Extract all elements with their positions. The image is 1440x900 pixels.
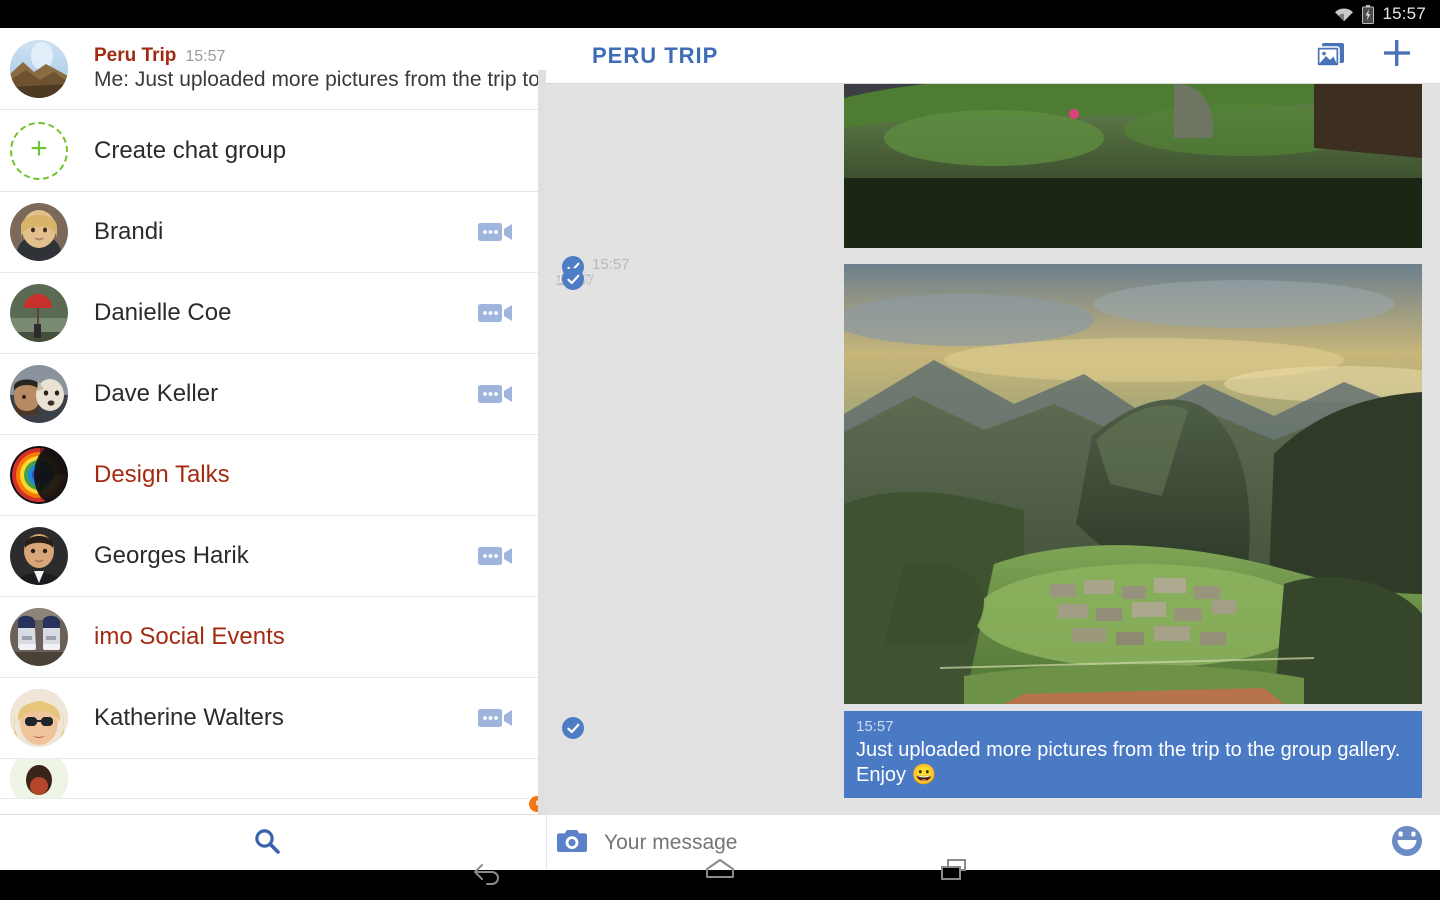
contact-row-partial[interactable] [0, 759, 546, 799]
avatar [10, 203, 68, 261]
contact-name: Design Talks [94, 461, 230, 488]
contact-name: Dave Keller [94, 380, 219, 407]
avatar [10, 608, 68, 666]
contact-name: imo Social Events [94, 623, 285, 650]
message-bubble[interactable]: 15:57 Just uploaded more pictures from t… [844, 711, 1422, 798]
conversation-item-peru-trip[interactable]: Peru Trip 15:57 Me: Just uploaded more p… [0, 28, 546, 110]
gallery-icon[interactable] [1316, 39, 1346, 72]
conversation-title-line: Peru Trip 15:57 [94, 45, 546, 67]
conversations-sidebar: Peru Trip 15:57 Me: Just uploaded more p… [0, 28, 546, 814]
chat-header-actions [1316, 38, 1440, 73]
contact-row[interactable]: Brandi [0, 192, 546, 814]
avatar [10, 284, 68, 342]
video-call-icon[interactable] [478, 221, 512, 243]
chat-message-list[interactable]: 15:57 15:57 Just uploaded more pictures … [546, 84, 1440, 814]
message-image-2[interactable]: 15:57 [546, 264, 1440, 709]
battery-charging-icon [1362, 4, 1375, 24]
avatar-wrap [10, 203, 546, 814]
contact-row[interactable]: Dave Keller [0, 354, 546, 814]
image-content [844, 84, 1422, 248]
video-call-icon[interactable] [478, 383, 512, 405]
chat-header: PERU TRIP [546, 28, 1440, 84]
app-root: 15:57 Peru Trip 15:57 Me: Just uploaded … [0, 0, 1440, 900]
contact-name: Danielle Coe [94, 299, 232, 326]
create-chat-group-button[interactable]: + Create chat group [0, 110, 546, 192]
message-image-thumb[interactable] [834, 264, 1440, 709]
contact-name: Katherine Walters [94, 704, 284, 731]
conversation-time: 15:57 [185, 48, 226, 65]
video-call-icon[interactable] [478, 545, 512, 567]
avatar [10, 365, 68, 423]
avatar-wrap [10, 284, 546, 814]
android-nav-bar [0, 858, 1440, 900]
contact-list: Brandi Danielle Coe Dave Keller Design Talk… [0, 192, 546, 814]
avatar-wrap [10, 446, 68, 504]
avatar-wrap [10, 608, 68, 666]
conversation-text: Peru Trip 15:57 Me: Just uploaded more p… [94, 45, 546, 92]
recents-icon[interactable] [937, 855, 971, 890]
chat-title: PERU TRIP [592, 42, 719, 68]
avatar [10, 446, 68, 504]
avatar-wrap [10, 759, 68, 798]
plus-icon[interactable] [1382, 38, 1412, 73]
wifi-icon [1334, 7, 1354, 22]
message-image-1[interactable]: 15:57 [546, 84, 1440, 278]
create-chat-group-label: Create chat group [94, 136, 287, 164]
android-status-bar: 15:57 [0, 0, 1440, 28]
avatar [10, 759, 68, 798]
avatar-wrap [10, 39, 68, 98]
message-time: 15:57 [856, 718, 894, 735]
avatar-wrap [10, 689, 546, 814]
avatar-wrap [10, 527, 546, 814]
video-call-icon[interactable] [478, 707, 512, 729]
content-area: Peru Trip 15:57 Me: Just uploaded more p… [0, 28, 1440, 814]
plus-icon: + [10, 121, 68, 180]
contact-row[interactable]: Georges Harik [0, 516, 546, 814]
chat-pane: PERU TRIP 15:57 15:57 Just uploaded more… [546, 28, 1440, 814]
avatar [10, 39, 68, 98]
status-clock: 15:57 [1382, 4, 1426, 23]
contact-name: Brandi [94, 218, 164, 245]
contact-name: Georges Harik [94, 542, 249, 569]
delivered-check-icon [562, 268, 584, 290]
contact-row[interactable]: Katherine Walters [0, 678, 546, 814]
image-content [834, 264, 1440, 704]
nav-buttons [0, 844, 1440, 900]
avatar [10, 689, 68, 747]
contact-row[interactable]: imo Social Events [0, 597, 546, 678]
avatar [10, 527, 68, 585]
conversation-snippet: Me: Just uploaded more pictures from the… [94, 68, 546, 91]
back-icon[interactable] [469, 855, 503, 890]
message-image-thumb[interactable] [844, 84, 1422, 248]
sidebar-scrollbar[interactable] [538, 70, 546, 814]
conversation-name: Peru Trip [94, 45, 177, 66]
contact-row[interactable]: Design Talks [0, 435, 546, 516]
contact-row[interactable]: Danielle Coe [0, 273, 546, 814]
message-text: Just uploaded more pictures from the tri… [856, 739, 1401, 786]
plus-glyph: + [30, 132, 48, 165]
delivered-check-icon [562, 717, 584, 739]
message-text-3[interactable]: 15:57 Just uploaded more pictures from t… [546, 711, 1440, 798]
home-icon[interactable] [703, 855, 737, 890]
video-call-icon[interactable] [478, 302, 512, 324]
avatar-wrap [10, 365, 546, 814]
